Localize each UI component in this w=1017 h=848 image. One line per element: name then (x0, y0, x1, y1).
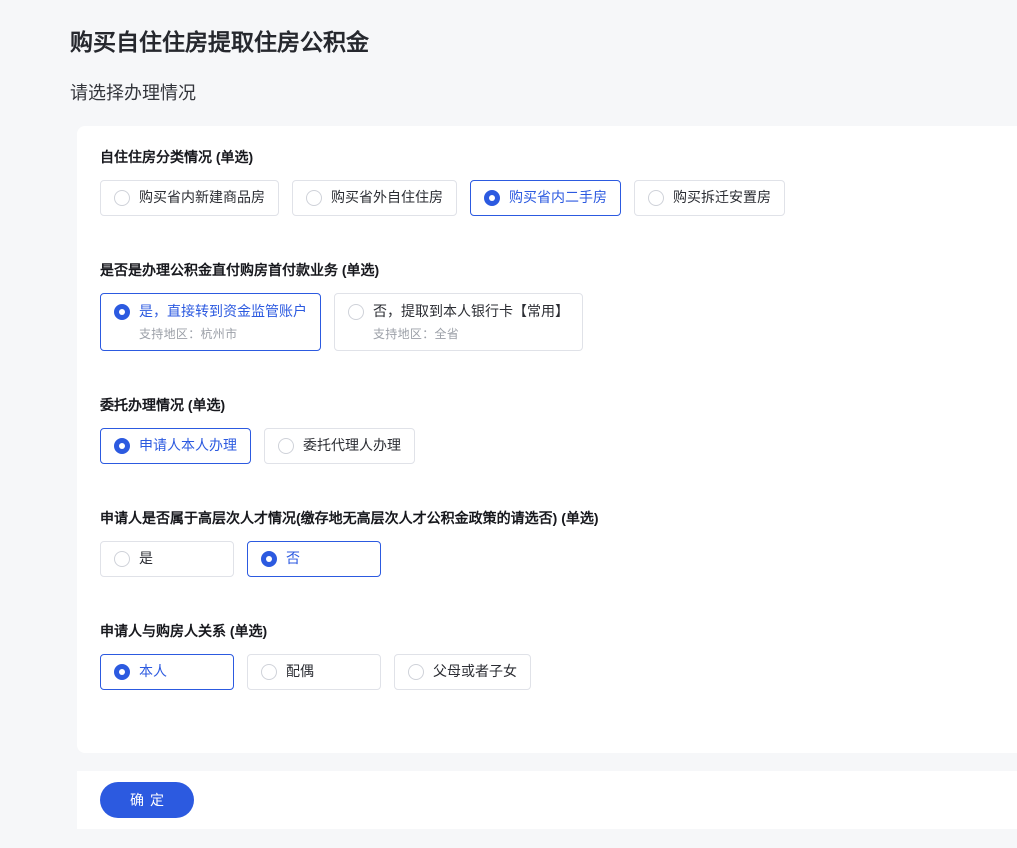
radio-dot-icon (119, 309, 125, 316)
radio-option[interactable]: 购买省内新建商品房 (100, 180, 279, 217)
radio-option[interactable]: 否，提取到本人银行卡【常用】 支持地区：全省 (334, 293, 583, 351)
option-label: 否 (286, 549, 300, 566)
option-text: 购买省内二手房 (509, 189, 607, 207)
option-label: 是，直接转到资金监管账户 (139, 303, 307, 320)
option-label: 本人 (139, 662, 167, 679)
page-title: 购买自住住房提取住房公积金 (70, 29, 369, 55)
option-text: 本人 (139, 663, 167, 681)
option-text: 是，直接转到资金监管账户 支持地区：杭州市 (139, 303, 307, 341)
form-section: 自住住房分类情况 (单选) 购买省内新建商品房 购买省外自住住房 购买省内二手房… (100, 148, 994, 217)
radio-dot-icon (119, 668, 125, 675)
page-header: 购买自住住房提取住房公积金 请选择办理情况 (0, 0, 1017, 105)
radio-icon (114, 304, 130, 321)
option-label: 购买省外自住住房 (331, 189, 443, 206)
option-group: 是 否 (100, 540, 994, 577)
section-label: 申请人是否属于高层次人才情况(缴存地无高层次人才公积金政策的请选否) (单选) (100, 509, 599, 526)
radio-option[interactable]: 购买省外自住住房 (292, 180, 457, 217)
radio-icon (114, 190, 130, 207)
page-subtitle: 请选择办理情况 (70, 82, 196, 103)
radio-option[interactable]: 购买省内二手房 (470, 180, 621, 217)
option-text: 父母或者子女 (433, 663, 517, 681)
option-label: 申请人本人办理 (139, 437, 237, 454)
radio-icon (114, 550, 130, 567)
radio-icon (261, 663, 277, 680)
option-label: 购买省内新建商品房 (139, 189, 265, 206)
form-section: 申请人与购房人关系 (单选) 本人 配偶 父母或者子女 (100, 622, 994, 690)
form-section: 委托办理情况 (单选) 申请人本人办理 委托代理人办理 (100, 396, 994, 464)
radio-option[interactable]: 配偶 (247, 653, 381, 690)
option-group: 本人 配偶 父母或者子女 (100, 653, 994, 690)
radio-icon (484, 190, 500, 207)
option-label: 否，提取到本人银行卡【常用】 (373, 303, 569, 320)
form-section: 是否是办理公积金直付购房首付款业务 (单选) 是，直接转到资金监管账户 支持地区… (100, 261, 994, 351)
radio-option[interactable]: 否 (247, 540, 381, 577)
radio-option[interactable]: 父母或者子女 (394, 653, 531, 690)
option-text: 否 (286, 550, 300, 568)
option-text: 购买拆迁安置房 (673, 189, 771, 207)
radio-icon (306, 190, 322, 207)
radio-icon (114, 437, 130, 454)
radio-icon (648, 190, 664, 207)
radio-option[interactable]: 是，直接转到资金监管账户 支持地区：杭州市 (100, 293, 321, 351)
radio-option[interactable]: 本人 (100, 653, 234, 690)
option-text: 否，提取到本人银行卡【常用】 支持地区：全省 (373, 303, 569, 341)
radio-dot-icon (119, 442, 125, 449)
radio-icon (408, 663, 424, 680)
radio-icon (348, 304, 364, 321)
option-label: 购买省内二手房 (509, 189, 607, 206)
option-sublabel: 支持地区：杭州市 (139, 326, 238, 341)
option-label: 购买拆迁安置房 (673, 189, 771, 206)
radio-option[interactable]: 购买拆迁安置房 (634, 180, 785, 217)
form-section: 申请人是否属于高层次人才情况(缴存地无高层次人才公积金政策的请选否) (单选) … (100, 509, 994, 577)
radio-icon (114, 663, 130, 680)
option-label: 是 (139, 549, 153, 566)
radio-option[interactable]: 是 (100, 540, 234, 577)
option-text: 委托代理人办理 (303, 437, 401, 455)
option-label: 委托代理人办理 (303, 437, 401, 454)
option-text: 配偶 (286, 663, 314, 681)
option-text: 申请人本人办理 (139, 437, 237, 455)
section-label: 是否是办理公积金直付购房首付款业务 (单选) (100, 262, 380, 279)
radio-dot-icon (266, 555, 272, 562)
option-group: 购买省内新建商品房 购买省外自住住房 购买省内二手房 购买拆迁安置房 (100, 180, 994, 217)
option-text: 是 (139, 550, 153, 568)
option-group: 是，直接转到资金监管账户 支持地区：杭州市 否，提取到本人银行卡【常用】 支持地… (100, 293, 994, 351)
option-label: 配偶 (286, 662, 314, 679)
radio-dot-icon (489, 195, 495, 202)
section-label: 申请人与购房人关系 (单选) (100, 622, 268, 639)
footer-bar: 确定 (77, 770, 1017, 829)
radio-option[interactable]: 委托代理人办理 (264, 427, 415, 464)
radio-icon (278, 437, 294, 454)
section-label: 委托办理情况 (单选) (100, 396, 226, 413)
option-sublabel: 支持地区：全省 (373, 326, 460, 341)
form-card: 自住住房分类情况 (单选) 购买省内新建商品房 购买省外自住住房 购买省内二手房… (77, 126, 1017, 753)
option-text: 购买省内新建商品房 (139, 189, 265, 207)
option-group: 申请人本人办理 委托代理人办理 (100, 427, 994, 464)
option-text: 购买省外自住住房 (331, 189, 443, 207)
option-label: 父母或者子女 (433, 662, 517, 679)
section-label: 自住住房分类情况 (单选) (100, 149, 254, 166)
radio-option[interactable]: 申请人本人办理 (100, 427, 251, 464)
radio-icon (261, 550, 277, 567)
confirm-button[interactable]: 确定 (100, 781, 194, 818)
